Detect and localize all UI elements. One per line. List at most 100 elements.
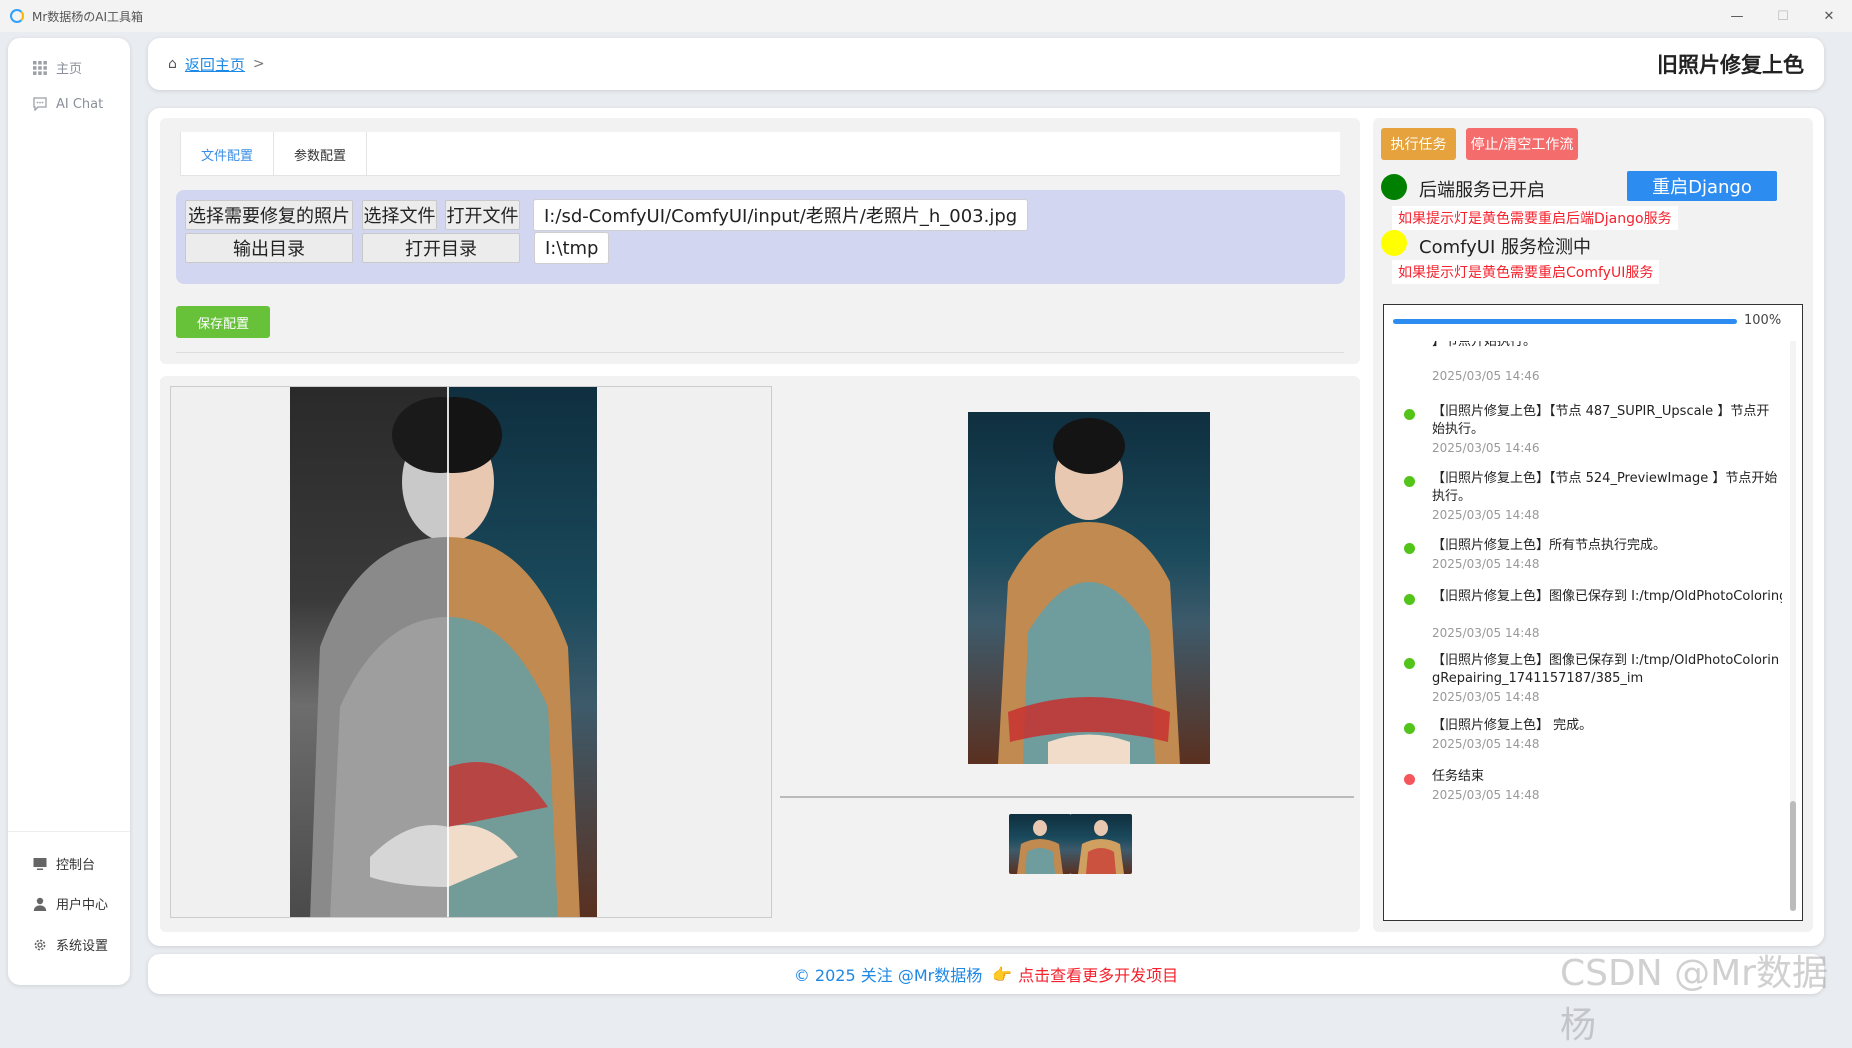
pointing-hand-icon: 👉 bbox=[992, 964, 1013, 984]
open-dir-button[interactable]: 打开目录 bbox=[362, 233, 520, 263]
result-preview-image bbox=[968, 412, 1210, 764]
sidebar-item-ai-chat[interactable]: AI Chat bbox=[32, 96, 103, 112]
progress-bar bbox=[1393, 319, 1737, 324]
back-home-link[interactable]: 返回主页 bbox=[185, 54, 245, 75]
home-icon: ⌂ bbox=[168, 56, 177, 72]
stop-workflow-button[interactable]: 停止/清空工作流 bbox=[1466, 128, 1578, 160]
log-message: 【旧照片修复上色】【节点 487_SUPIR_Upscale 】节点开始执行。 bbox=[1432, 404, 1770, 437]
breadcrumb-separator: > bbox=[252, 56, 265, 72]
input-path-field[interactable]: I:/sd-ComfyUI/ComfyUI/input/老照片/老照片_h_00… bbox=[533, 199, 1029, 231]
csdn-watermark: CSDN @Mr数据杨 bbox=[1560, 953, 1828, 1046]
log-message: 【旧照片修复上色】图像已保存到 I:/tmp/OldPhotoColoringR… bbox=[1432, 653, 1780, 686]
grid-icon bbox=[32, 60, 48, 76]
page-title: 旧照片修复上色 bbox=[1657, 53, 1804, 77]
task-log-box: 100% 【旧照片修复上色】【节点 489_DF_Image_scale_to_… bbox=[1383, 304, 1803, 921]
gear-icon bbox=[32, 937, 48, 953]
log-message: 【旧照片修复上色】 完成。 bbox=[1432, 718, 1593, 733]
output-path-field[interactable]: I:\tmp bbox=[534, 232, 610, 264]
log-message: 【旧照片修复上色】【节点 489_DF_Image_scale_to_side … bbox=[1432, 341, 1537, 349]
log-message: 【旧照片修复上色】图像已保存到 I:/tmp/OldPhotoColoringR… bbox=[1432, 589, 1782, 604]
log-entry: 任务结束 2025/03/05 14:48 bbox=[1384, 768, 1788, 812]
sidebar-item-label: 主页 bbox=[56, 62, 83, 77]
log-message: 【旧照片修复上色】【节点 524_PreviewImage 】节点开始执行。 bbox=[1432, 471, 1778, 504]
save-config-button[interactable]: 保存配置 bbox=[176, 306, 270, 338]
config-tabs: 文件配置 参数配置 bbox=[180, 132, 1340, 176]
tab-label: 文件配置 bbox=[201, 148, 254, 164]
footer-copyright[interactable]: © 2025 关注 @Mr数据杨 bbox=[794, 962, 982, 986]
open-file-button[interactable]: 打开文件 bbox=[445, 200, 520, 230]
tab-file-config[interactable]: 文件配置 bbox=[180, 132, 275, 176]
sidebar-item-user-center[interactable]: 用户中心 bbox=[32, 894, 108, 913]
tab-label: 参数配置 bbox=[294, 148, 347, 164]
log-scroll-thumb[interactable] bbox=[1790, 801, 1796, 911]
log-entry: 【旧照片修复上色】【节点 524_PreviewImage 】节点开始执行。 2… bbox=[1384, 470, 1788, 532]
chat-icon bbox=[32, 96, 48, 112]
sidebar-item-label: 系统设置 bbox=[56, 939, 109, 954]
comparison-slider-handle[interactable] bbox=[447, 387, 449, 917]
thumbnail-2[interactable] bbox=[1070, 814, 1132, 874]
log-status-dot bbox=[1404, 409, 1415, 420]
log-status-dot bbox=[1404, 658, 1415, 669]
log-status-dot bbox=[1404, 723, 1415, 734]
backend-status-text: 后端服务已开启 bbox=[1419, 180, 1545, 201]
log-entry: 【旧照片修复上色】所有节点执行完成。 2025/03/05 14:48 bbox=[1384, 537, 1788, 581]
log-time: 2025/03/05 14:48 bbox=[1432, 508, 1540, 522]
log-entry: 【旧照片修复上色】图像已保存到 I:/tmp/OldPhotoColoringR… bbox=[1384, 652, 1788, 714]
tab-param-config[interactable]: 参数配置 bbox=[274, 132, 368, 176]
comfyui-status-light bbox=[1381, 230, 1407, 256]
log-message: 【旧照片修复上色】所有节点执行完成。 bbox=[1432, 538, 1667, 553]
comfyui-hint: 如果提示灯是黄色需要重启ComfyUI服务 bbox=[1392, 260, 1660, 284]
execute-task-button[interactable]: 执行任务 bbox=[1381, 128, 1456, 160]
log-scrollbar[interactable] bbox=[1790, 341, 1796, 911]
more-projects-link[interactable]: 点击查看更多开发项目 bbox=[1018, 962, 1178, 986]
select-photo-button[interactable]: 选择需要修复的照片 bbox=[185, 200, 353, 230]
backend-status-light bbox=[1381, 174, 1407, 200]
log-status-dot bbox=[1404, 594, 1415, 605]
user-icon bbox=[32, 896, 48, 912]
thumbnail-1[interactable] bbox=[1009, 814, 1071, 874]
before-after-comparison[interactable] bbox=[170, 386, 772, 918]
log-status-dot bbox=[1404, 476, 1415, 487]
log-time: 2025/03/05 14:48 bbox=[1432, 557, 1540, 571]
maximize-icon: ☐ bbox=[1777, 8, 1789, 24]
log-time: 2025/03/05 14:48 bbox=[1432, 737, 1540, 751]
log-status-dot bbox=[1404, 543, 1415, 554]
sidebar-item-home[interactable]: 主页 bbox=[32, 58, 82, 77]
backend-hint: 如果提示灯是黄色需要重启后端Django服务 bbox=[1392, 206, 1678, 230]
original-photo-grayscale bbox=[290, 387, 448, 917]
task-panel: 执行任务 停止/清空工作流 后端服务已开启 重启Django 如果提示灯是黄色需… bbox=[1373, 118, 1813, 932]
log-entry: 【旧照片修复上色】 完成。 2025/03/05 14:48 bbox=[1384, 717, 1788, 761]
select-file-button[interactable]: 选择文件 bbox=[362, 200, 437, 230]
log-entry: 【旧照片修复上色】【节点 489_DF_Image_scale_to_side … bbox=[1384, 341, 1788, 383]
header-bar: ⌂ 返回主页 > 旧照片修复上色 bbox=[148, 38, 1824, 90]
close-button[interactable]: ✕ bbox=[1806, 0, 1852, 32]
log-time: 2025/03/05 14:46 bbox=[1432, 369, 1540, 383]
log-time: 2025/03/05 14:48 bbox=[1432, 788, 1540, 802]
monitor-icon bbox=[32, 856, 48, 872]
close-icon: ✕ bbox=[1823, 8, 1835, 24]
restart-django-button[interactable]: 重启Django bbox=[1627, 171, 1777, 201]
log-time: 2025/03/05 14:48 bbox=[1432, 626, 1540, 640]
file-config-box: 选择需要修复的照片 选择文件 打开文件 I:/sd-ComfyUI/ComfyU… bbox=[176, 190, 1345, 284]
log-status-dot bbox=[1404, 774, 1415, 785]
restored-photo-color bbox=[448, 387, 597, 917]
log-entry: 【旧照片修复上色】【节点 487_SUPIR_Upscale 】节点开始执行。 … bbox=[1384, 403, 1788, 465]
log-timeline[interactable]: 【旧照片修复上色】【节点 489_DF_Image_scale_to_side … bbox=[1384, 341, 1788, 911]
maximize-button[interactable]: ☐ bbox=[1760, 0, 1806, 32]
main-panel: 文件配置 参数配置 选择需要修复的照片 选择文件 打开文件 I:/sd-Comf… bbox=[148, 108, 1824, 946]
title-bar: Mr数据杨のAI工具箱 — ☐ ✕ bbox=[0, 0, 1852, 32]
minimize-button[interactable]: — bbox=[1714, 0, 1760, 32]
window-title: Mr数据杨のAI工具箱 bbox=[32, 9, 144, 24]
sidebar: 主页 AI Chat 控制台 用户中心 系统设置 bbox=[8, 38, 130, 985]
config-footer-line bbox=[176, 352, 1344, 353]
log-time: 2025/03/05 14:46 bbox=[1432, 441, 1540, 455]
progress-text: 100% bbox=[1744, 313, 1782, 328]
sidebar-item-console[interactable]: 控制台 bbox=[32, 854, 95, 873]
sidebar-item-label: 用户中心 bbox=[56, 898, 109, 913]
progress-fill bbox=[1393, 319, 1737, 324]
sidebar-item-settings[interactable]: 系统设置 bbox=[32, 935, 108, 954]
minimize-icon: — bbox=[1730, 8, 1744, 24]
sidebar-divider bbox=[8, 831, 130, 832]
sidebar-item-label: AI Chat bbox=[56, 96, 104, 112]
output-dir-button[interactable]: 输出目录 bbox=[185, 233, 353, 263]
